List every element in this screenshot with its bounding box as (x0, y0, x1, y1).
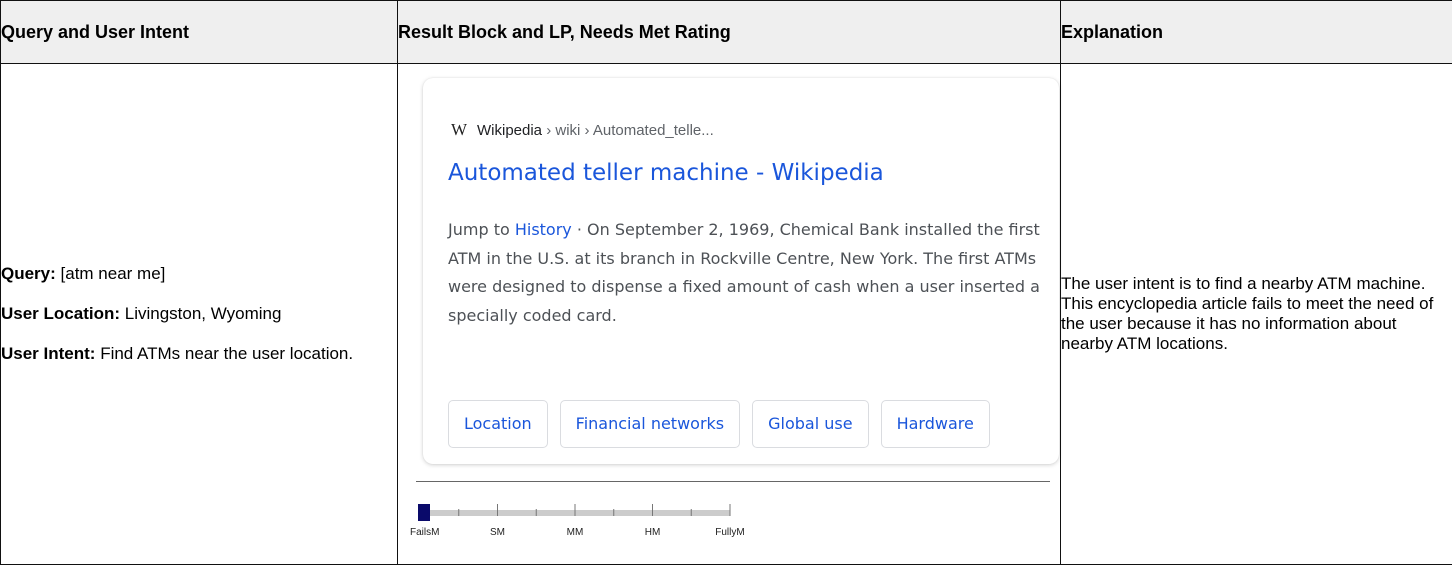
rating-table: Query and User Intent Result Block and L… (0, 0, 1452, 565)
result-cell: W Wikipedia › wiki › Automated_telle... A… (397, 63, 1061, 565)
intent-line: User Intent: Find ATMs near the user loc… (1, 344, 397, 364)
result-snippet: Jump to History · On September 2, 1969, … (448, 216, 1048, 330)
query-label: Query: (1, 264, 56, 283)
snippet-prefix: Jump to (448, 220, 515, 239)
chip-global-use[interactable]: Global use (752, 400, 869, 448)
rating-label-hm: HM (645, 527, 661, 538)
explanation-text: The user intent is to find a nearby ATM … (1061, 274, 1434, 353)
header-explanation: Explanation (1060, 0, 1452, 64)
result-title-link[interactable]: Automated teller machine - Wikipedia (448, 160, 884, 186)
search-result-card: W Wikipedia › wiki › Automated_telle... A… (423, 78, 1059, 464)
location-value: Livingston, Wyoming (120, 304, 282, 323)
location-label: User Location: (1, 304, 121, 323)
intent-value: Find ATMs near the user location. (95, 344, 354, 363)
history-link[interactable]: History (515, 220, 572, 239)
breadcrumb[interactable]: W Wikipedia › wiki › Automated_telle... (451, 120, 714, 140)
rating-label-fullym: FullyM (715, 527, 744, 538)
needs-met-rating-scale: FailsM SM MM HM FullyM (410, 504, 745, 538)
chip-financial-networks[interactable]: Financial networks (559, 400, 741, 448)
query-value: [atm near me] (55, 264, 166, 283)
location-line: User Location: Livingston, Wyoming (1, 304, 397, 324)
header-query-intent: Query and User Intent (0, 0, 398, 64)
breadcrumb-site: Wikipedia (477, 122, 543, 139)
rating-label-failsm: FailsM (410, 527, 439, 538)
query-line: Query: [atm near me] (1, 264, 397, 284)
breadcrumb-path: › wiki › Automated_telle... (542, 122, 714, 139)
chip-hardware[interactable]: Hardware (880, 400, 990, 448)
query-cell: Query: [atm near me] User Location: Livi… (0, 63, 398, 565)
chip-location[interactable]: Location (448, 400, 548, 448)
sitelink-chips: Location Financial networks Global use Hard… (448, 400, 1002, 448)
rating-marker (418, 504, 430, 521)
wikipedia-logo-icon: W (451, 120, 468, 139)
rating-label-mm: MM (567, 527, 584, 538)
explanation-cell: The user intent is to find a nearby ATM … (1060, 63, 1452, 565)
rating-label-sm: SM (490, 527, 505, 538)
divider-line (416, 481, 1050, 482)
intent-label: User Intent: (1, 344, 96, 363)
header-result-rating: Result Block and LP, Needs Met Rating (397, 0, 1061, 64)
